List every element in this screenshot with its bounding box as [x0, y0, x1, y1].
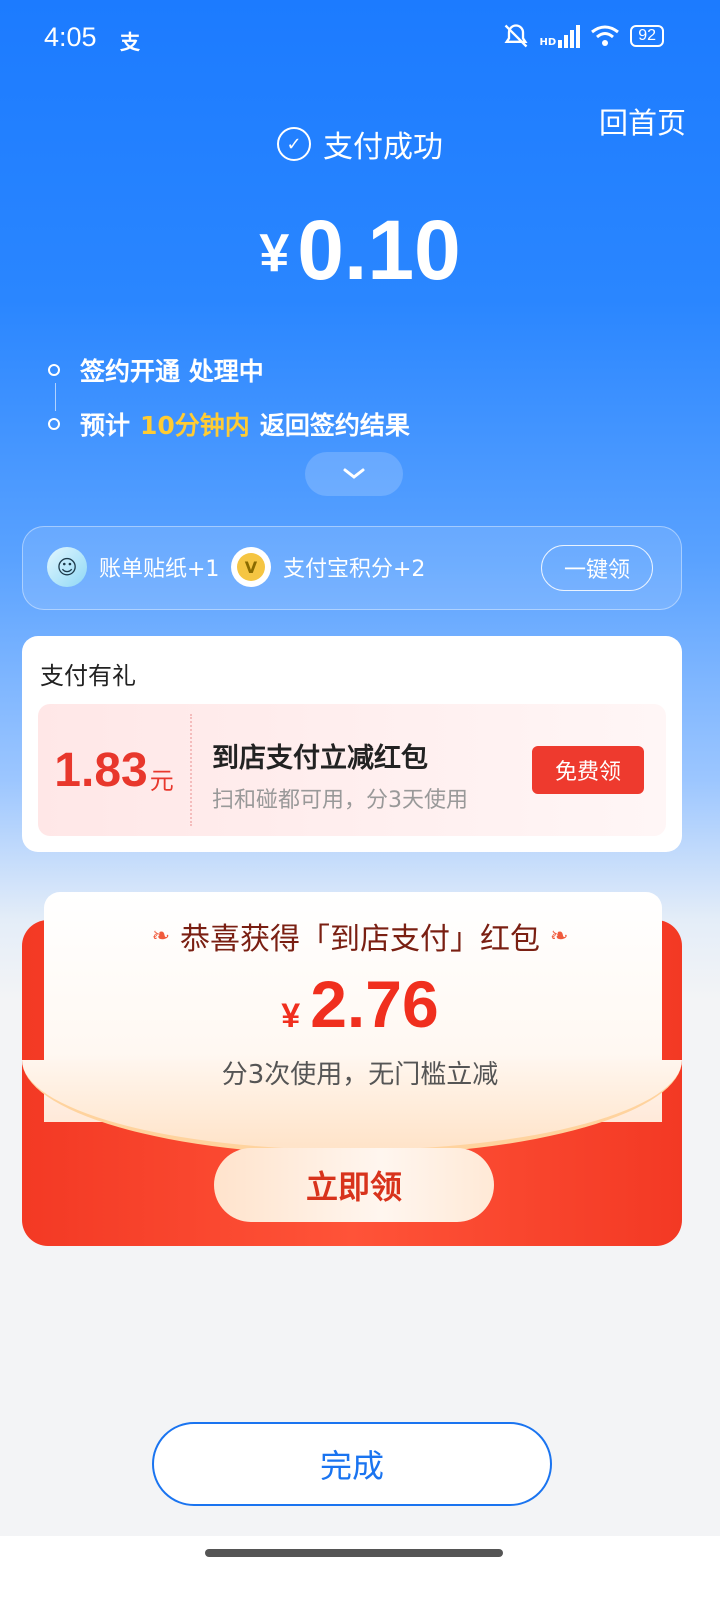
- home-indicator[interactable]: [205, 1549, 503, 1557]
- step-text: 签约开通 处理中: [80, 357, 264, 386]
- hd-signal-icon: HD: [539, 24, 581, 48]
- points-label: 支付宝积分+2: [283, 557, 426, 582]
- step-dot: [48, 364, 60, 376]
- mute-bell-icon: [504, 24, 528, 48]
- step-dot: [48, 418, 60, 430]
- step-suffix: 返回签约结果: [259, 411, 410, 440]
- claim-now-button[interactable]: 立即领: [214, 1148, 494, 1222]
- coupon-amount: 1.83: [54, 743, 148, 797]
- points-coin-icon: V: [231, 547, 271, 587]
- red-packet-amount: ¥2.76: [0, 966, 720, 1042]
- wifi-icon: [591, 25, 620, 46]
- sticker-reward: ☺ 账单贴纸+1: [47, 547, 219, 587]
- coupon-unit: 元: [149, 767, 174, 795]
- red-packet-value: 2.76: [310, 967, 439, 1041]
- payment-amount: ¥0.10: [0, 202, 720, 299]
- step-estimate: 预计 10分钟内 返回签约结果: [48, 406, 410, 442]
- gift-title: 支付有礼: [40, 662, 136, 690]
- red-packet-title-text: 恭喜获得「到店支付」红包: [180, 922, 540, 957]
- coupon-divider: [190, 714, 192, 826]
- coupon-name: 到店支付立减红包: [212, 743, 428, 774]
- rewards-bar: ☺ 账单贴纸+1 V 支付宝积分+2 一键领: [22, 526, 682, 610]
- expand-button[interactable]: [305, 452, 403, 496]
- petal-icon: ❧: [550, 923, 569, 949]
- points-reward: V 支付宝积分+2: [231, 547, 425, 587]
- hd-label: HD: [539, 36, 557, 48]
- coupon[interactable]: 1.83 元 到店支付立减红包 扫和碰都可用，分3天使用 免费领: [38, 704, 666, 836]
- step-highlight: 10分钟内: [140, 411, 250, 440]
- petal-icon: ❧: [151, 923, 170, 949]
- battery-icon: 92: [630, 25, 664, 47]
- free-claim-button[interactable]: 免费领: [532, 746, 644, 794]
- check-circle-icon: ✓: [277, 127, 311, 161]
- alipay-status-icon: 支: [120, 30, 140, 54]
- step-prefix: 预计: [80, 411, 131, 440]
- claim-all-button[interactable]: 一键领: [541, 545, 653, 591]
- status-time: 4:05: [44, 22, 97, 52]
- currency-symbol: ¥: [259, 223, 290, 283]
- amount-value: 0.10: [297, 203, 461, 297]
- sticker-icon: ☺: [47, 547, 87, 587]
- sticker-label: 账单贴纸+1: [99, 557, 220, 582]
- coupon-desc: 扫和碰都可用，分3天使用: [212, 788, 468, 813]
- currency-symbol: ¥: [281, 997, 301, 1035]
- payment-success-header: ✓ 支付成功: [0, 122, 720, 166]
- status-icons: HD 92: [502, 22, 664, 50]
- red-packet-title: ❧ 恭喜获得「到店支付」红包 ❧: [0, 914, 720, 958]
- red-packet-subtitle: 分3次使用，无门槛立减: [221, 1060, 499, 1090]
- gift-card: 支付有礼 1.83 元 到店支付立减红包 扫和碰都可用，分3天使用 免费领: [22, 636, 682, 852]
- done-button[interactable]: 完成: [152, 1422, 552, 1506]
- success-text: 支付成功: [323, 130, 443, 165]
- navigation-bar: [0, 1536, 720, 1600]
- chevron-down-icon: [343, 468, 365, 479]
- step-signing: 签约开通 处理中: [48, 352, 264, 388]
- coupon-value: 1.83 元: [38, 704, 190, 836]
